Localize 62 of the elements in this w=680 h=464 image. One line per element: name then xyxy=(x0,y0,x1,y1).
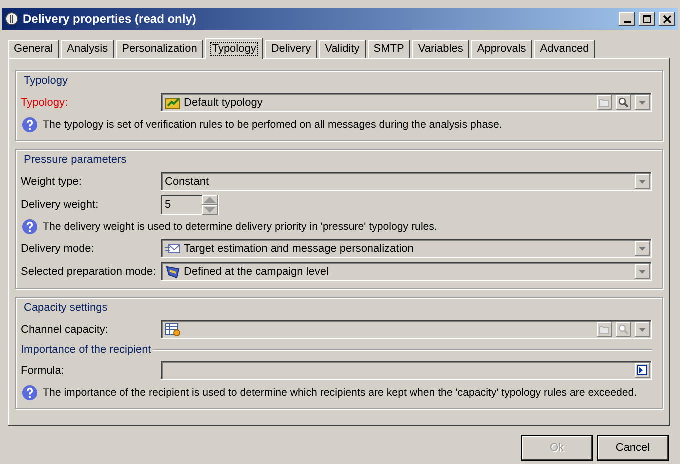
field-label: Weight type: xyxy=(21,176,83,188)
dropdown-button[interactable] xyxy=(635,174,650,189)
hint-text: The importance of the recipient is used to determine which recipients are kept when the 'capacity' typology rules are exceeded. xyxy=(43,386,638,398)
edit-button[interactable] xyxy=(635,363,650,378)
dropdown-field[interactable]: Target estimation and message personalization xyxy=(161,239,652,258)
number-field[interactable]: 5 xyxy=(161,194,219,214)
expression-icon xyxy=(637,365,648,376)
field-label: Delivery mode: xyxy=(21,242,96,254)
maximize-button[interactable] xyxy=(639,12,655,26)
help-icon xyxy=(22,218,38,234)
group-title: Importance of the recipient xyxy=(21,344,152,356)
window-title: Delivery properties (read only) xyxy=(23,12,198,26)
spin-down-button[interactable] xyxy=(202,204,218,214)
field-label: Delivery weight: xyxy=(21,198,100,210)
folder-button[interactable] xyxy=(597,95,612,110)
field-label: Selected preparation mode: xyxy=(21,266,158,278)
field-label: Channel capacity: xyxy=(21,324,110,336)
shield-icon xyxy=(165,264,181,278)
search-icon xyxy=(618,324,629,335)
help-icon xyxy=(22,116,38,132)
folder-icon xyxy=(599,324,610,335)
hint-text: The typology is set of verification rules to be perfomed on all messages during the analysis phase. xyxy=(43,118,502,130)
lookup-field[interactable] xyxy=(161,320,652,339)
tab[interactable]: Analysis xyxy=(61,40,114,58)
dropdown-field[interactable]: Defined at the campaign level xyxy=(161,262,652,281)
table-gear-icon xyxy=(165,322,181,336)
search-button[interactable] xyxy=(616,95,631,110)
dropdown-button[interactable] xyxy=(635,264,650,279)
minimize-icon xyxy=(624,21,630,23)
minimize-button[interactable] xyxy=(619,12,635,26)
app-icon xyxy=(5,12,19,26)
formula-field[interactable] xyxy=(161,361,652,380)
maximize-icon xyxy=(642,14,652,24)
tab[interactable]: Typology xyxy=(205,38,264,59)
field-label: Typology: xyxy=(21,96,70,108)
tab[interactable]: SMTP xyxy=(368,40,410,58)
envelope-icon xyxy=(165,242,181,256)
tab[interactable]: Validity xyxy=(319,40,366,58)
spin-up-button[interactable] xyxy=(202,194,218,204)
tab[interactable]: Variables xyxy=(412,40,470,58)
tab[interactable]: Approvals xyxy=(471,40,532,58)
help-icon xyxy=(22,384,38,400)
tag-icon xyxy=(165,96,181,110)
close-icon xyxy=(662,14,672,24)
folder-icon xyxy=(599,97,610,108)
dropdown-button[interactable] xyxy=(635,241,650,256)
field-label: Formula: xyxy=(21,364,66,376)
folder-button[interactable] xyxy=(597,322,612,337)
caret-icon xyxy=(203,206,217,214)
dropdown-button[interactable] xyxy=(635,322,650,337)
dropdown-button[interactable] xyxy=(635,95,650,110)
dialog-button[interactable]: Cancel xyxy=(598,436,668,460)
close-button[interactable] xyxy=(659,12,675,26)
hint-text: The delivery weight is used to determine delivery priority in 'pressure' typology rules. xyxy=(43,220,438,232)
tab[interactable]: General xyxy=(8,40,60,58)
tab[interactable]: Advanced xyxy=(534,40,596,58)
tab[interactable]: Delivery xyxy=(265,40,318,58)
dropdown-field[interactable]: Constant xyxy=(161,172,652,191)
tab[interactable]: Personalization xyxy=(116,40,204,58)
lookup-field[interactable]: Default typology xyxy=(161,93,652,112)
search-icon xyxy=(618,97,629,108)
caret-up-icon xyxy=(203,196,217,204)
